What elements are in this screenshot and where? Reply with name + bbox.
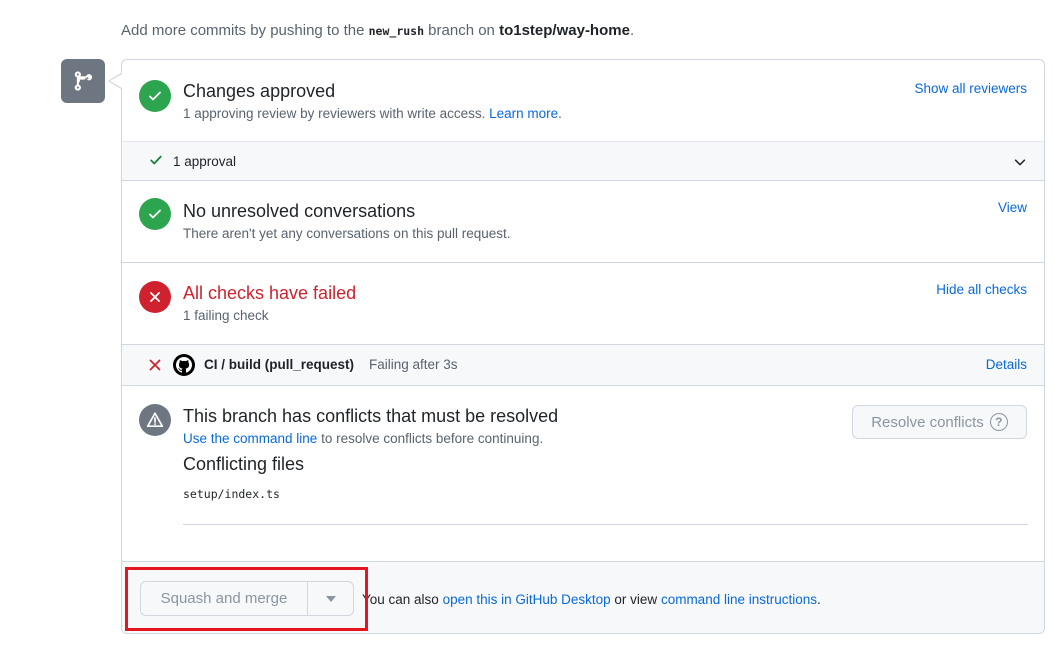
question-icon: ?: [989, 413, 1008, 431]
check-name: CI / build (pull_request): [204, 357, 355, 372]
check-status: Failing after 3s: [369, 357, 458, 372]
approvals-subtitle: 1 approving review by reviewers with wri…: [183, 106, 562, 121]
timeline-caret-inner: [110, 74, 122, 88]
conflicts-title: This branch has conflicts that must be r…: [183, 406, 559, 426]
git-merge-icon: [61, 59, 105, 103]
divider: [183, 524, 1028, 525]
x-icon: [149, 358, 161, 376]
conflicting-file[interactable]: setup/index.ts: [183, 486, 280, 502]
x-circle-icon: [139, 281, 171, 313]
conflicting-files-title: Conflicting files: [183, 454, 305, 474]
resolve-conflicts-button[interactable]: Resolve conflicts ?: [852, 405, 1027, 439]
checks-title: All checks have failed: [183, 283, 357, 303]
hide-all-checks-link[interactable]: Hide all checks: [936, 281, 1027, 299]
conflicts-subtitle: Use the command line to resolve conflict…: [183, 431, 544, 446]
alert-icon: [139, 404, 171, 436]
conversations-section: No unresolved conversations There aren't…: [122, 181, 1044, 263]
check-item-row: CI / build (pull_request) Failing after …: [122, 345, 1044, 386]
github-desktop-link[interactable]: open this in GitHub Desktop: [443, 592, 611, 607]
check-circle-icon: [139, 80, 171, 112]
merge-status-box: Changes approved 1 approving review by r…: [121, 59, 1045, 634]
command-line-instructions-link[interactable]: command line instructions: [661, 592, 817, 607]
intro-middle: branch on: [424, 22, 500, 39]
checks-subtitle: 1 failing check: [183, 308, 269, 323]
learn-more-link[interactable]: Learn more: [489, 106, 558, 121]
conversations-title: No unresolved conversations: [183, 201, 416, 221]
github-logo-icon: [173, 354, 195, 376]
approval-count: 1 approval: [173, 154, 237, 169]
conflicts-section: This branch has conflicts that must be r…: [122, 386, 1044, 561]
show-all-reviewers-link[interactable]: Show all reviewers: [914, 80, 1027, 98]
approvals-section: Changes approved 1 approving review by r…: [122, 60, 1044, 141]
resolve-conflicts-label: Resolve conflicts: [871, 413, 984, 431]
approvals-title: Changes approved: [183, 81, 336, 101]
intro-suffix: .: [629, 22, 635, 39]
footer-text: You can also open this in GitHub Desktop…: [362, 592, 821, 607]
highlight-box: [125, 567, 368, 631]
chevron-down-icon[interactable]: [1013, 155, 1027, 174]
intro-prefix: Add more commits by pushing to the: [121, 22, 369, 39]
check-icon: [149, 153, 163, 172]
checks-section: All checks have failed 1 failing check H…: [122, 263, 1044, 345]
check-details-link[interactable]: Details: [986, 356, 1027, 374]
branch-name: new_rush: [368, 24, 425, 38]
repo-name: to1step/way-home: [499, 22, 630, 39]
conversations-subtitle: There aren't yet any conversations on th…: [183, 226, 511, 241]
approval-summary-row[interactable]: 1 approval: [122, 141, 1044, 181]
command-line-link[interactable]: Use the command line: [183, 431, 317, 446]
view-conversations-link[interactable]: View: [998, 199, 1027, 217]
merge-intro-text: Add more commits by pushing to the new_r…: [121, 21, 634, 41]
check-circle-icon: [139, 198, 171, 230]
